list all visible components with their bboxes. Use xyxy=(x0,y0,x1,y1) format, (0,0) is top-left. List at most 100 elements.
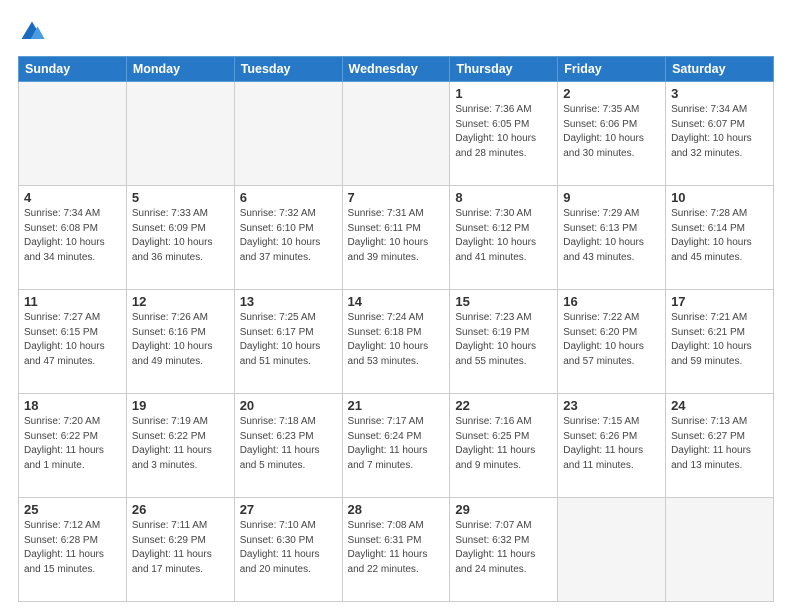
calendar-day-cell: 3Sunrise: 7:34 AM Sunset: 6:07 PM Daylig… xyxy=(666,82,774,186)
day-info: Sunrise: 7:28 AM Sunset: 6:14 PM Dayligh… xyxy=(671,207,768,265)
day-info: Sunrise: 7:11 AM Sunset: 6:29 PM Dayligh… xyxy=(132,519,229,577)
calendar-header-cell: Tuesday xyxy=(234,57,342,82)
day-info: Sunrise: 7:10 AM Sunset: 6:30 PM Dayligh… xyxy=(240,519,337,577)
day-info: Sunrise: 7:16 AM Sunset: 6:25 PM Dayligh… xyxy=(455,415,552,473)
calendar-header-cell: Friday xyxy=(558,57,666,82)
calendar-day-cell: 11 Sunrise: 7:27 AM Sunset: 6:15 PM Dayli… xyxy=(19,290,127,394)
day-info: Sunrise: 7:31 AM Sunset: 6:11 PM Dayligh… xyxy=(348,207,445,265)
day-number: 22 xyxy=(455,398,552,413)
page: SundayMondayTuesdayWednesdayThursdayFrid… xyxy=(0,0,792,612)
calendar-header-cell: Monday xyxy=(126,57,234,82)
header xyxy=(18,18,774,46)
calendar-day-cell xyxy=(19,82,127,186)
day-number: 17 xyxy=(671,294,768,309)
calendar-day-cell: 2Sunrise: 7:35 AM Sunset: 6:06 PM Daylig… xyxy=(558,82,666,186)
day-info: Sunrise: 7:27 AM Sunset: 6:15 PM Dayligh… xyxy=(24,311,121,369)
calendar-week-row: 4 Sunrise: 7:34 AM Sunset: 6:08 PM Daylig… xyxy=(19,186,774,290)
calendar-week-row: 1 Sunrise: 7:36 AM Sunset: 6:05 PM Daylig… xyxy=(19,82,774,186)
logo xyxy=(18,18,50,46)
day-info: Sunrise: 7:22 AM Sunset: 6:20 PM Dayligh… xyxy=(563,311,660,369)
day-number: 24 xyxy=(671,398,768,413)
day-info: Sunrise: 7:29 AM Sunset: 6:13 PM Dayligh… xyxy=(563,207,660,265)
day-number: 12 xyxy=(132,294,229,309)
day-info: Sunrise: 7:08 AM Sunset: 6:31 PM Dayligh… xyxy=(348,519,445,577)
logo-icon xyxy=(18,18,46,46)
day-number: 21 xyxy=(348,398,445,413)
calendar-day-cell: 23 Sunrise: 7:15 AM Sunset: 6:26 PM Dayli… xyxy=(558,394,666,498)
calendar-day-cell xyxy=(666,498,774,602)
calendar-day-cell: 8 Sunrise: 7:30 AM Sunset: 6:12 PM Daylig… xyxy=(450,186,558,290)
day-number: 18 xyxy=(24,398,121,413)
day-number: 7 xyxy=(348,190,445,205)
day-number: 28 xyxy=(348,502,445,517)
calendar-day-cell: 12 Sunrise: 7:26 AM Sunset: 6:16 PM Dayli… xyxy=(126,290,234,394)
calendar-day-cell: 28 Sunrise: 7:08 AM Sunset: 6:31 PM Dayli… xyxy=(342,498,450,602)
calendar-day-cell: 24 Sunrise: 7:13 AM Sunset: 6:27 PM Dayli… xyxy=(666,394,774,498)
day-info: Sunrise: 7:13 AM Sunset: 6:27 PM Dayligh… xyxy=(671,415,768,473)
day-info: Sunrise: 7:30 AM Sunset: 6:12 PM Dayligh… xyxy=(455,207,552,265)
calendar-day-cell: 15 Sunrise: 7:23 AM Sunset: 6:19 PM Dayli… xyxy=(450,290,558,394)
day-number: 8 xyxy=(455,190,552,205)
calendar-day-cell: 22 Sunrise: 7:16 AM Sunset: 6:25 PM Dayli… xyxy=(450,394,558,498)
day-number: 15 xyxy=(455,294,552,309)
day-number: 11 xyxy=(24,294,121,309)
day-number: 5 xyxy=(132,190,229,205)
calendar-day-cell: 6 Sunrise: 7:32 AM Sunset: 6:10 PM Daylig… xyxy=(234,186,342,290)
calendar-day-cell: 7 Sunrise: 7:31 AM Sunset: 6:11 PM Daylig… xyxy=(342,186,450,290)
day-number: 23 xyxy=(563,398,660,413)
day-info: Sunrise: 7:36 AM Sunset: 6:05 PM Dayligh… xyxy=(455,103,552,161)
day-info: Sunrise: 7:23 AM Sunset: 6:19 PM Dayligh… xyxy=(455,311,552,369)
day-number: 20 xyxy=(240,398,337,413)
day-number: 27 xyxy=(240,502,337,517)
calendar-day-cell: 20 Sunrise: 7:18 AM Sunset: 6:23 PM Dayli… xyxy=(234,394,342,498)
calendar-day-cell xyxy=(234,82,342,186)
day-info: Sunrise: 7:34 AM Sunset: 6:07 PM Dayligh… xyxy=(671,103,768,161)
day-number: 26 xyxy=(132,502,229,517)
calendar-table: SundayMondayTuesdayWednesdayThursdayFrid… xyxy=(18,56,774,602)
day-info: Sunrise: 7:07 AM Sunset: 6:32 PM Dayligh… xyxy=(455,519,552,577)
calendar-day-cell: 17Sunrise: 7:21 AM Sunset: 6:21 PM Dayli… xyxy=(666,290,774,394)
day-info: Sunrise: 7:20 AM Sunset: 6:22 PM Dayligh… xyxy=(24,415,121,473)
calendar-day-cell xyxy=(342,82,450,186)
day-info: Sunrise: 7:15 AM Sunset: 6:26 PM Dayligh… xyxy=(563,415,660,473)
calendar-day-cell: 4 Sunrise: 7:34 AM Sunset: 6:08 PM Daylig… xyxy=(19,186,127,290)
calendar-day-cell: 14 Sunrise: 7:24 AM Sunset: 6:18 PM Dayli… xyxy=(342,290,450,394)
calendar-week-row: 18 Sunrise: 7:20 AM Sunset: 6:22 PM Dayli… xyxy=(19,394,774,498)
calendar-week-row: 25 Sunrise: 7:12 AM Sunset: 6:28 PM Dayli… xyxy=(19,498,774,602)
calendar-day-cell: 9 Sunrise: 7:29 AM Sunset: 6:13 PM Daylig… xyxy=(558,186,666,290)
day-info: Sunrise: 7:25 AM Sunset: 6:17 PM Dayligh… xyxy=(240,311,337,369)
calendar-day-cell xyxy=(126,82,234,186)
day-info: Sunrise: 7:34 AM Sunset: 6:08 PM Dayligh… xyxy=(24,207,121,265)
day-info: Sunrise: 7:32 AM Sunset: 6:10 PM Dayligh… xyxy=(240,207,337,265)
calendar-day-cell: 25 Sunrise: 7:12 AM Sunset: 6:28 PM Dayli… xyxy=(19,498,127,602)
calendar-day-cell: 27 Sunrise: 7:10 AM Sunset: 6:30 PM Dayli… xyxy=(234,498,342,602)
day-info: Sunrise: 7:12 AM Sunset: 6:28 PM Dayligh… xyxy=(24,519,121,577)
calendar-day-cell: 21 Sunrise: 7:17 AM Sunset: 6:24 PM Dayli… xyxy=(342,394,450,498)
calendar-day-cell: 13Sunrise: 7:25 AM Sunset: 6:17 PM Dayli… xyxy=(234,290,342,394)
calendar-day-cell xyxy=(558,498,666,602)
day-number: 29 xyxy=(455,502,552,517)
calendar-header-cell: Thursday xyxy=(450,57,558,82)
calendar-day-cell: 16Sunrise: 7:22 AM Sunset: 6:20 PM Dayli… xyxy=(558,290,666,394)
calendar-day-cell: 5 Sunrise: 7:33 AM Sunset: 6:09 PM Daylig… xyxy=(126,186,234,290)
day-number: 4 xyxy=(24,190,121,205)
day-info: Sunrise: 7:24 AM Sunset: 6:18 PM Dayligh… xyxy=(348,311,445,369)
day-number: 1 xyxy=(455,86,552,101)
calendar-day-cell: 19 Sunrise: 7:19 AM Sunset: 6:22 PM Dayli… xyxy=(126,394,234,498)
day-number: 9 xyxy=(563,190,660,205)
calendar-week-row: 11 Sunrise: 7:27 AM Sunset: 6:15 PM Dayli… xyxy=(19,290,774,394)
calendar-day-cell: 10Sunrise: 7:28 AM Sunset: 6:14 PM Dayli… xyxy=(666,186,774,290)
day-number: 25 xyxy=(24,502,121,517)
day-info: Sunrise: 7:19 AM Sunset: 6:22 PM Dayligh… xyxy=(132,415,229,473)
day-number: 14 xyxy=(348,294,445,309)
calendar-header-row: SundayMondayTuesdayWednesdayThursdayFrid… xyxy=(19,57,774,82)
day-number: 19 xyxy=(132,398,229,413)
day-number: 6 xyxy=(240,190,337,205)
calendar-day-cell: 1 Sunrise: 7:36 AM Sunset: 6:05 PM Daylig… xyxy=(450,82,558,186)
day-info: Sunrise: 7:17 AM Sunset: 6:24 PM Dayligh… xyxy=(348,415,445,473)
day-info: Sunrise: 7:33 AM Sunset: 6:09 PM Dayligh… xyxy=(132,207,229,265)
day-info: Sunrise: 7:18 AM Sunset: 6:23 PM Dayligh… xyxy=(240,415,337,473)
day-number: 2 xyxy=(563,86,660,101)
day-info: Sunrise: 7:26 AM Sunset: 6:16 PM Dayligh… xyxy=(132,311,229,369)
calendar-day-cell: 26 Sunrise: 7:11 AM Sunset: 6:29 PM Dayli… xyxy=(126,498,234,602)
